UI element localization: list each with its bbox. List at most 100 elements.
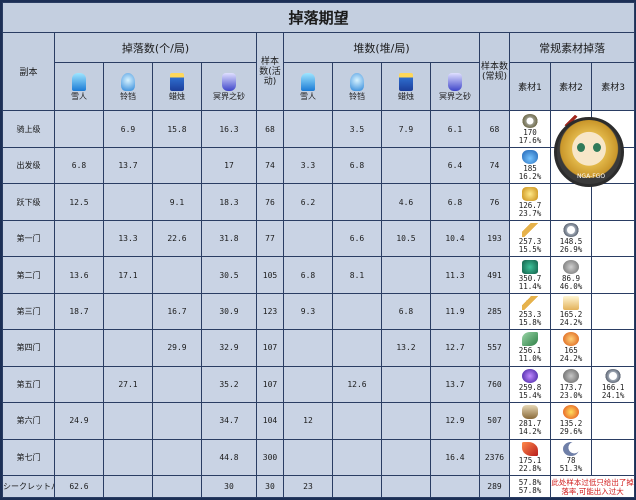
stack-cell: [332, 438, 382, 477]
sample-regular-cell: 193: [479, 219, 510, 258]
sample-event-cell: 123: [256, 292, 284, 331]
avatar-eyes: [575, 143, 603, 153]
material-rate: 26.9%: [559, 245, 583, 255]
item-header-sand: 冥界之砂: [201, 62, 257, 112]
table-row: 第五门 27.1 35.2 107 12.6 13.7 760 259.8 15.4% 173.7…: [2, 365, 636, 404]
material-rate: 22.8%: [518, 463, 542, 473]
drop-cell: 31.8: [201, 219, 257, 258]
material-3-cell: [590, 219, 636, 258]
material-rate: 23.7%: [518, 208, 542, 218]
material-3-cell: [590, 256, 636, 294]
sample-event-header: 样本数(活动): [256, 31, 284, 112]
drop-cell: [54, 329, 104, 367]
material-rate: 29.6%: [559, 427, 583, 437]
material-icon: [563, 405, 579, 420]
material-rate: 24.2%: [559, 318, 583, 327]
table-row: 第三门 18.7 16.7 30.9 123 9.3 6.8 11.9 285 253.3 15.8…: [2, 292, 636, 331]
stack-cell: [283, 219, 333, 258]
material-icon: [522, 259, 538, 274]
stack-cell: 6.6: [332, 219, 382, 258]
stack-header-snowman: 雪人: [283, 62, 333, 112]
material-1-cell: 253.3 15.8%: [509, 292, 551, 331]
material-2-cell: 此处样本过低只给出了掉落率,可能出入过大: [549, 475, 636, 498]
material-icon: [522, 332, 538, 347]
sample-regular-cell: 491: [479, 256, 510, 294]
candle-icon: [399, 72, 413, 91]
table-row: 第四门 29.9 32.9 107 13.2 12.7 557 256.1 11.0% 165 24…: [2, 329, 636, 367]
stack-cell: 4.6: [381, 183, 431, 221]
drop-cell: [103, 329, 153, 367]
material-icon: [522, 405, 538, 420]
stack-cell: 12: [283, 402, 333, 440]
table-row: 跃下级 12.5 9.1 18.3 76 6.2 4.6 6.8 76 126.7 23.7%: [2, 183, 636, 221]
stack-cell: 3.5: [332, 110, 382, 148]
stack-cell: [430, 475, 480, 498]
material-icon: [563, 259, 579, 274]
item-header-candle: 蜡烛: [152, 62, 202, 112]
item-header-bell: 铃铛: [103, 62, 153, 112]
material-icon: [605, 368, 622, 383]
drop-cell: 44.8: [201, 438, 257, 477]
stack-cell: 8.1: [332, 256, 382, 294]
table-row: 骑上级6.915.816.3683.57.96.16817017.6%25511…: [2, 110, 636, 148]
stack-cell: 6.8: [332, 146, 382, 185]
drop-group-header: 掉落数(个/局): [54, 31, 257, 64]
drop-cell: 17: [201, 146, 257, 185]
drop-cell: 35.2: [201, 365, 257, 404]
drop-cell: [103, 438, 153, 477]
material-icon: [522, 441, 538, 456]
stack-cell: [283, 438, 333, 477]
material-rate: 51.3%: [559, 463, 583, 473]
material-1-cell: 256.1 11.0%: [509, 329, 551, 367]
material-2-cell: 148.5 26.9%: [550, 219, 592, 258]
material-rate: 57.8%: [518, 485, 542, 495]
sample-event-cell: 30: [256, 475, 284, 498]
table-row: 第七门 44.8 300 16.4 2376 175.1 22.8% 78 51.3%: [2, 438, 636, 477]
drop-cell: 9.1: [152, 183, 202, 221]
mat-group-header: 常规素材掉落: [508, 31, 636, 64]
material-1-cell: 175.1 22.8%: [509, 438, 551, 477]
stack-cell: 3.3: [283, 146, 333, 185]
material-1-cell: 126.7 23.7%: [509, 183, 551, 221]
bell-icon: [121, 72, 135, 91]
table-row: 第六门 24.9 34.7 104 12 12.9 507 281.7 14.2% 135.2 29…: [2, 402, 636, 440]
sample-event-cell: 107: [256, 329, 284, 367]
stage-cell: シークレットパーティー: [2, 475, 55, 498]
stack-cell: 7.9: [381, 110, 431, 148]
drop-cell: 12.5: [54, 183, 104, 221]
sample-event-cell: 76: [256, 183, 284, 221]
drop-cell: 29.9: [152, 329, 202, 367]
mat1-header: 素材1: [509, 62, 551, 112]
stack-cell: 12.7: [430, 329, 480, 367]
drop-cell: [152, 475, 202, 498]
drop-table-frame: 掉落期望 副本 掉落数(个/局) 样本数(活动) 堆数(堆/局) 样本数(常规)…: [0, 0, 636, 500]
snowman-icon: [301, 72, 315, 91]
stack-cell: 9.3: [283, 292, 333, 331]
sample-regular-cell: 557: [479, 329, 510, 367]
stage-cell: 跃下级: [2, 183, 55, 221]
stack-cell: 13.7: [430, 365, 480, 404]
drop-cell: 18.3: [201, 183, 257, 221]
stack-cell: 13.2: [381, 329, 431, 367]
drop-cell: [54, 219, 104, 258]
material-rate: 24.2%: [559, 354, 583, 364]
stack-cell: [381, 438, 431, 477]
mat2-header: 素材2: [550, 62, 592, 112]
drop-cell: [103, 292, 153, 331]
drop-cell: 32.9: [201, 329, 257, 367]
material-rate: 17.6%: [518, 135, 542, 145]
stack-cell: [283, 110, 333, 148]
material-3-cell: [590, 329, 636, 367]
table-row: 第一门 13.3 22.6 31.8 77 6.6 10.5 10.4 193 257.3 15.5…: [2, 219, 636, 258]
material-icon: [563, 368, 579, 383]
drop-cell: [103, 402, 153, 440]
stack-cell: 11.9: [430, 292, 480, 331]
stack-cell: [381, 365, 431, 404]
sample-regular-cell: 76: [479, 183, 510, 221]
stack-cell: 12.9: [430, 402, 480, 440]
material-2-cell: 173.7 23.0%: [550, 365, 592, 404]
drop-cell: 13.7: [103, 146, 153, 185]
drop-cell: [103, 183, 153, 221]
drop-cell: [152, 402, 202, 440]
stack-cell: 23: [283, 475, 333, 498]
